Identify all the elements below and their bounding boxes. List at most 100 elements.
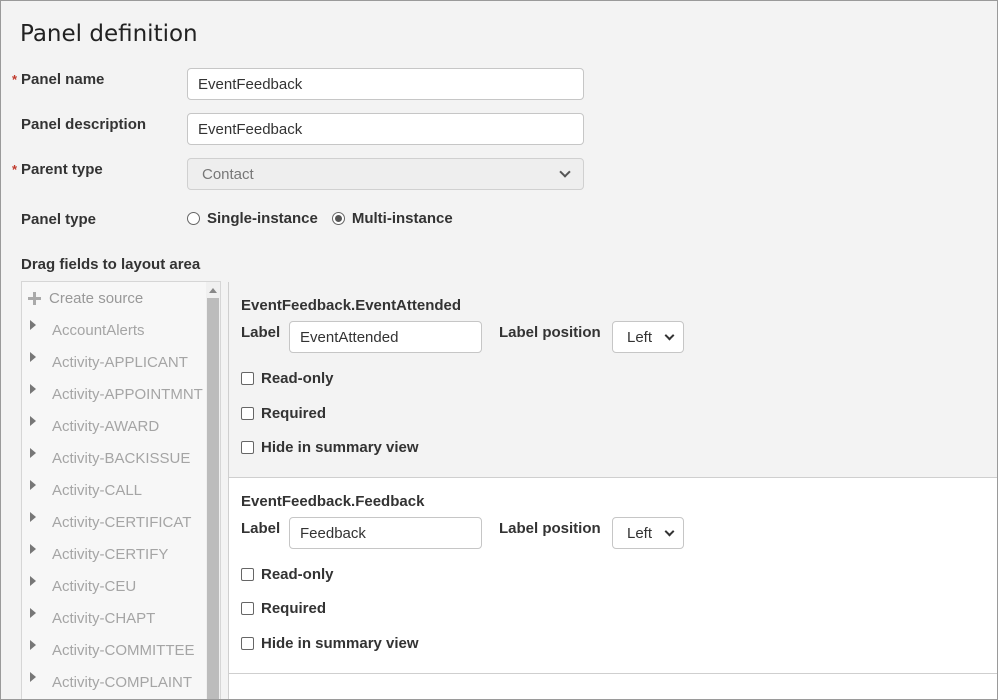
panel-description-label: Panel description	[21, 116, 147, 133]
source-item-label: Activity-BACKISSUE	[52, 449, 191, 467]
field-card-event-attended[interactable]: EventFeedback.EventAttended Label Label …	[228, 282, 997, 478]
source-list-scrollbar[interactable]	[206, 282, 220, 699]
hide-summary-checkbox[interactable]	[241, 637, 254, 650]
checkbox-label: Required	[261, 600, 327, 617]
radio-label: Single-instance	[207, 210, 318, 227]
field-card-feedback[interactable]: EventFeedback.Feedback Label Label posit…	[228, 478, 997, 674]
source-item-label: Activity-CERTIFY	[52, 545, 169, 563]
drag-fields-heading: Drag fields to layout area	[21, 256, 201, 273]
source-item-label: Activity-CHAPT	[52, 609, 156, 627]
source-item-label: AccountAlerts	[52, 321, 145, 339]
source-item-label: Activity-CERTIFICAT	[52, 513, 192, 531]
required-marker: *	[12, 162, 18, 177]
label-position-value: Left	[627, 328, 653, 346]
checkbox-label: Hide in summary view	[261, 635, 419, 652]
source-item[interactable]: Activity-CALL	[22, 474, 206, 506]
label-position-value: Left	[627, 524, 653, 542]
scroll-up-arrow-icon[interactable]	[209, 288, 217, 293]
required-marker: *	[12, 72, 18, 87]
expand-triangle-icon[interactable]	[30, 416, 36, 426]
source-item[interactable]: Activity-CERTIFICAT	[22, 506, 206, 538]
source-item-label: Activity-APPOINTMNT	[52, 385, 203, 403]
parent-type-select[interactable]: Contact	[187, 158, 584, 190]
checkbox-label: Read-only	[261, 370, 334, 387]
required-checkbox[interactable]	[241, 407, 254, 420]
source-item[interactable]: Activity-CHAPT	[22, 602, 206, 634]
chevron-down-icon	[664, 526, 675, 536]
create-source-label: Create source	[49, 290, 144, 307]
label-position-caption: Label position	[499, 520, 601, 537]
expand-triangle-icon[interactable]	[30, 544, 36, 554]
field-label-input[interactable]	[289, 321, 482, 353]
required-checkbox[interactable]	[241, 602, 254, 615]
source-item[interactable]: Activity-COMPLAINT	[22, 666, 206, 698]
read-only-checkbox-row[interactable]: Read-only	[241, 370, 334, 387]
empty-drop-zone[interactable]	[228, 674, 997, 699]
field-card-title: EventFeedback.Feedback	[241, 493, 425, 510]
radio-circle[interactable]	[331, 212, 345, 225]
plus-icon	[28, 292, 41, 305]
expand-triangle-icon[interactable]	[30, 448, 36, 458]
label-position-select[interactable]: Left	[612, 517, 684, 549]
create-source-button[interactable]: Create source	[28, 290, 143, 307]
source-item[interactable]: Activity-APPOINTMNT	[22, 378, 206, 410]
hide-summary-checkbox-row[interactable]: Hide in summary view	[241, 439, 419, 456]
radio-single-instance[interactable]: Single-instance	[187, 210, 318, 227]
parent-type-label: Parent type	[21, 161, 103, 178]
expand-triangle-icon[interactable]	[30, 352, 36, 362]
source-item-label: Activity-COMPLAINT	[52, 673, 193, 691]
checkbox-label: Read-only	[261, 566, 334, 583]
radio-label: Multi-instance	[351, 210, 453, 227]
checkbox-label: Hide in summary view	[261, 439, 419, 456]
expand-triangle-icon[interactable]	[30, 640, 36, 650]
expand-triangle-icon[interactable]	[30, 608, 36, 618]
expand-triangle-icon[interactable]	[30, 512, 36, 522]
source-item[interactable]: Activity-COMMITTEE	[22, 634, 206, 666]
source-item[interactable]: Activity-CERTIFY	[22, 538, 206, 570]
source-item-label: Activity-APPLICANT	[52, 353, 188, 371]
source-item[interactable]: Activity-AWARD	[22, 410, 206, 442]
read-only-checkbox[interactable]	[241, 372, 254, 385]
label-caption: Label	[241, 324, 281, 341]
parent-type-value: Contact	[202, 165, 254, 183]
chevron-down-icon	[559, 166, 571, 178]
page-title: Panel definition	[20, 21, 198, 47]
source-item[interactable]: Activity-CEU	[22, 570, 206, 602]
source-item[interactable]: Activity-BACKISSUE	[22, 442, 206, 474]
radio-circle[interactable]	[187, 212, 200, 225]
required-checkbox-row[interactable]: Required	[241, 600, 326, 617]
scroll-thumb[interactable]	[207, 298, 219, 699]
field-card-title: EventFeedback.EventAttended	[241, 297, 462, 314]
hide-summary-checkbox[interactable]	[241, 441, 254, 454]
source-list: Create source AccountAlerts Activity-APP…	[21, 281, 221, 699]
label-position-select[interactable]: Left	[612, 321, 684, 353]
source-item[interactable]: AccountAlerts	[22, 314, 206, 346]
expand-triangle-icon[interactable]	[30, 672, 36, 682]
read-only-checkbox[interactable]	[241, 568, 254, 581]
panel-name-label: Panel name	[21, 71, 105, 88]
hide-summary-checkbox-row[interactable]: Hide in summary view	[241, 635, 419, 652]
panel-type-label: Panel type	[21, 211, 97, 228]
read-only-checkbox-row[interactable]: Read-only	[241, 566, 334, 583]
source-item-label: Activity-COMMITTEE	[52, 641, 195, 659]
radio-multi-instance[interactable]: Multi-instance	[331, 210, 453, 227]
panel-name-input[interactable]	[187, 68, 584, 100]
source-item-label: Activity-AWARD	[52, 417, 160, 435]
layout-area: EventFeedback.EventAttended Label Label …	[228, 282, 997, 699]
expand-triangle-icon[interactable]	[30, 320, 36, 330]
chevron-down-icon	[664, 330, 675, 340]
panel-definition-window: Panel definition * Panel name Panel desc…	[0, 0, 998, 700]
field-label-input[interactable]	[289, 517, 482, 549]
expand-triangle-icon[interactable]	[30, 576, 36, 586]
source-item-label: Activity-CALL	[52, 481, 143, 499]
panel-description-input[interactable]	[187, 113, 584, 145]
checkbox-label: Required	[261, 405, 327, 422]
required-checkbox-row[interactable]: Required	[241, 405, 326, 422]
expand-triangle-icon[interactable]	[30, 384, 36, 394]
label-position-caption: Label position	[499, 324, 601, 341]
source-item-label: Activity-CEU	[52, 577, 137, 595]
label-caption: Label	[241, 520, 281, 537]
expand-triangle-icon[interactable]	[30, 480, 36, 490]
panel-type-radio-group: Single-instance Multi-instance	[187, 210, 467, 227]
source-item[interactable]: Activity-APPLICANT	[22, 346, 206, 378]
